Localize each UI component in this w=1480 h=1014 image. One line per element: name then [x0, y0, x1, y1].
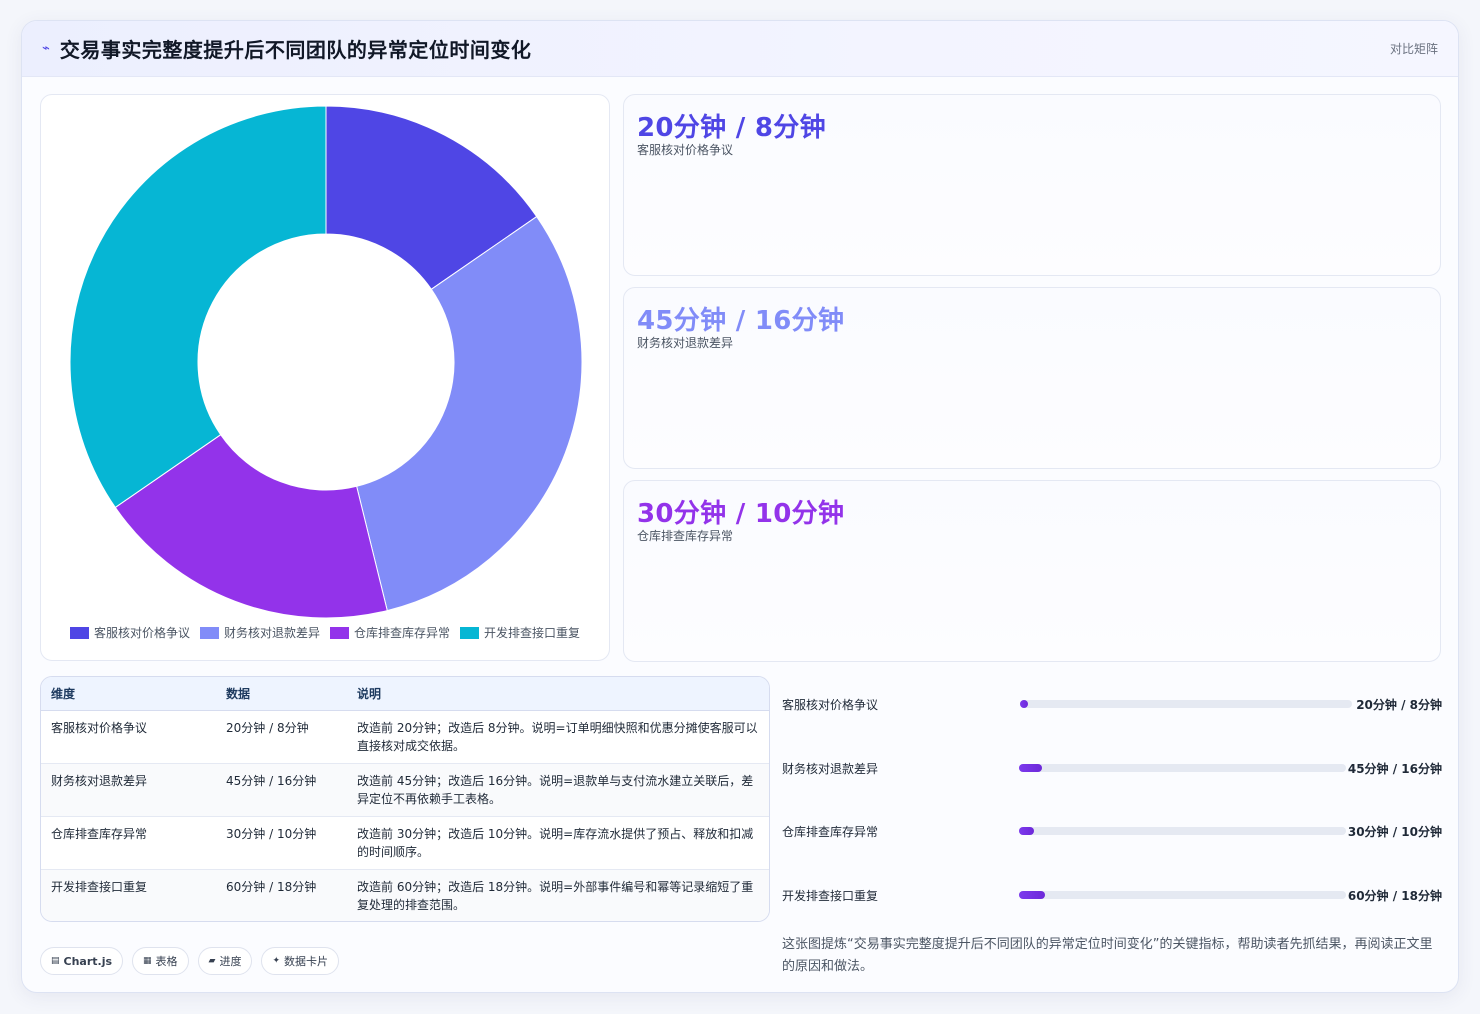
legend-swatch [69, 626, 89, 639]
progress-label: 开发排查接口重复 [782, 889, 879, 903]
progress-row: 开发排查接口重复 60分钟 / 18分钟 [782, 885, 1442, 905]
table-cell: 改造前 20分钟；改造后 8分钟。说明=订单明细快照和优惠分摊使客服可以直接核对… [347, 710, 769, 764]
progress-label: 财务核对退款差异 [782, 762, 879, 776]
legend-label: 开发排查接口重复 [484, 626, 581, 640]
table-cell: 改造前 45分钟；改造后 16分钟。说明=退款单与支付流水建立关联后，差异定位不… [347, 763, 769, 817]
progress-track [1019, 827, 1346, 835]
doughnut-chart-card: 客服核对价格争议 财务核对退款差异 仓库排查库存异常 开发排查接口重复 [40, 94, 610, 661]
progress-value: 60分钟 / 18分钟 [1347, 889, 1442, 903]
stat-card: 45分钟 / 16分钟 财务核对退款差异 [623, 287, 1441, 469]
table-cell: 开发排查接口重复 [51, 879, 148, 894]
progress-fill [1019, 764, 1042, 772]
chip-progress[interactable]: ▰ 进度 [197, 947, 253, 975]
table-cell: 30分钟 / 10分钟 [216, 816, 347, 870]
table-cell: 45分钟 / 16分钟 [216, 763, 347, 817]
table-cell: 财务核对退款差异 [41, 763, 216, 817]
chip-table[interactable]: ▦ 表格 [132, 947, 189, 975]
table-row: 开发排查接口重复 60分钟 / 18分钟 改造前 60分钟；改造后 18分钟。说… [41, 869, 769, 921]
progress-icon: ▰ [208, 956, 216, 966]
data-table-card: 维度 数据 说明 客服核对价格争议 20分钟 / 8分钟 改造前 20分钟；改造… [40, 676, 770, 922]
chip-label: 进度 [219, 955, 242, 968]
chart-legend: 客服核对价格争议 财务核对退款差异 仓库排查库存异常 开发排查接口重复 [41, 624, 609, 641]
progress-fill [1019, 827, 1034, 835]
stat-label: 财务核对退款差异 [637, 336, 734, 350]
stat-label: 客服核对价格争议 [637, 143, 734, 157]
legend-item[interactable]: 客服核对价格争议 [69, 624, 190, 641]
chip-label: 表格 [155, 955, 178, 968]
stat-card: 30分钟 / 10分钟 仓库排查库存异常 [623, 480, 1441, 662]
progress-fill [1020, 700, 1029, 708]
legend-label: 财务核对退款差异 [223, 626, 320, 640]
progress-fill [1019, 891, 1046, 899]
doughnut-slice[interactable] [356, 215, 583, 612]
progress-label: 仓库排查库存异常 [782, 825, 879, 839]
progress-track [1019, 764, 1346, 772]
stat-value: 45分钟 / 16分钟 [637, 306, 845, 336]
progress-value: 30分钟 / 10分钟 [1347, 825, 1442, 839]
table-icon: ▦ [143, 956, 152, 966]
table-row: 仓库排查库存异常 30分钟 / 10分钟 改造前 30分钟；改造后 10分钟。说… [41, 816, 769, 870]
stat-value: 20分钟 / 8分钟 [637, 113, 826, 143]
legend-label: 客服核对价格争议 [93, 626, 190, 640]
legend-item[interactable]: 开发排查接口重复 [460, 624, 580, 641]
progress-value: 20分钟 / 8分钟 [1356, 698, 1442, 712]
legend-label: 仓库排查库存异常 [354, 626, 451, 640]
chart-icon: ▤ [51, 956, 60, 966]
table-cell: 改造前 30分钟；改造后 10分钟。说明=库存流水提供了预占、释放和扣减的时间顺… [347, 816, 769, 870]
data-table: 维度 数据 说明 客服核对价格争议 20分钟 / 8分钟 改造前 20分钟；改造… [41, 677, 769, 921]
column-header[interactable]: 说明 [347, 677, 769, 711]
progress-track [1020, 700, 1352, 708]
legend-item[interactable]: 仓库排查库存异常 [330, 624, 450, 641]
dashboard-frame: ⌁ 交易事实完整度提升后不同团队的异常定位时间变化 对比矩阵 客服核对价格争议 … [21, 20, 1459, 993]
legend-item[interactable]: 财务核对退款差异 [199, 624, 320, 641]
progress-track [1019, 891, 1346, 899]
chip-label: 数据卡片 [284, 955, 329, 968]
progress-row: 客服核对价格争议 20分钟 / 8分钟 [782, 694, 1442, 714]
legend-swatch [460, 626, 480, 639]
view-tag[interactable]: 对比矩阵 [1390, 40, 1438, 57]
chip-label: Chart.js [63, 954, 113, 968]
progress-row: 仓库排查库存异常 30分钟 / 10分钟 [782, 821, 1442, 841]
spark-icon: ⌁ [42, 41, 50, 56]
table-row: 客服核对价格争议 20分钟 / 8分钟 改造前 20分钟；改造后 8分钟。说明=… [41, 710, 769, 764]
stat-label: 仓库排查库存异常 [637, 529, 734, 543]
table-header-row: 维度 数据 说明 [41, 677, 769, 711]
column-header[interactable]: 数据 [216, 677, 347, 711]
doughnut-chart [69, 105, 583, 619]
stat-card: 20分钟 / 8分钟 客服核对价格争议 [623, 94, 1441, 276]
header: ⌁ 交易事实完整度提升后不同团队的异常定位时间变化 对比矩阵 [22, 21, 1458, 77]
table-cell: 客服核对价格争议 [41, 710, 216, 764]
progress-label: 客服核对价格争议 [782, 698, 879, 712]
doughnut-slice[interactable] [69, 105, 327, 509]
legend-swatch [330, 626, 349, 639]
column-header[interactable]: 维度 [41, 677, 216, 711]
sparkle-icon: ✦ [272, 956, 281, 966]
table-cell: 60分钟 / 18分钟 [226, 879, 317, 894]
table-cell: 20分钟 / 8分钟 [216, 710, 347, 764]
chip-group: ▤ Chart.js ▦ 表格 ▰ 进度 ✦ 数据卡片 [40, 947, 340, 975]
page-title: 交易事实完整度提升后不同团队的异常定位时间变化 [59, 38, 532, 62]
legend-swatch [199, 626, 219, 639]
table-row: 财务核对退款差异 45分钟 / 16分钟 改造前 45分钟；改造后 16分钟。说… [41, 763, 769, 817]
progress-value: 45分钟 / 16分钟 [1347, 762, 1442, 776]
stat-value: 30分钟 / 10分钟 [637, 499, 845, 529]
progress-row: 财务核对退款差异 45分钟 / 16分钟 [782, 758, 1442, 778]
chip-data-card[interactable]: ✦ 数据卡片 [261, 947, 340, 975]
summary-note: 这张图提炼“交易事实完整度提升后不同团队的异常定位时间变化”的关键指标，帮助读者… [782, 937, 1433, 974]
table-cell: 改造前 60分钟；改造后 18分钟。说明=外部事件编号和幂等记录缩短了重复处理的… [357, 879, 754, 912]
chip-chartjs[interactable]: ▤ Chart.js [40, 947, 124, 975]
table-cell: 仓库排查库存异常 [41, 816, 216, 870]
